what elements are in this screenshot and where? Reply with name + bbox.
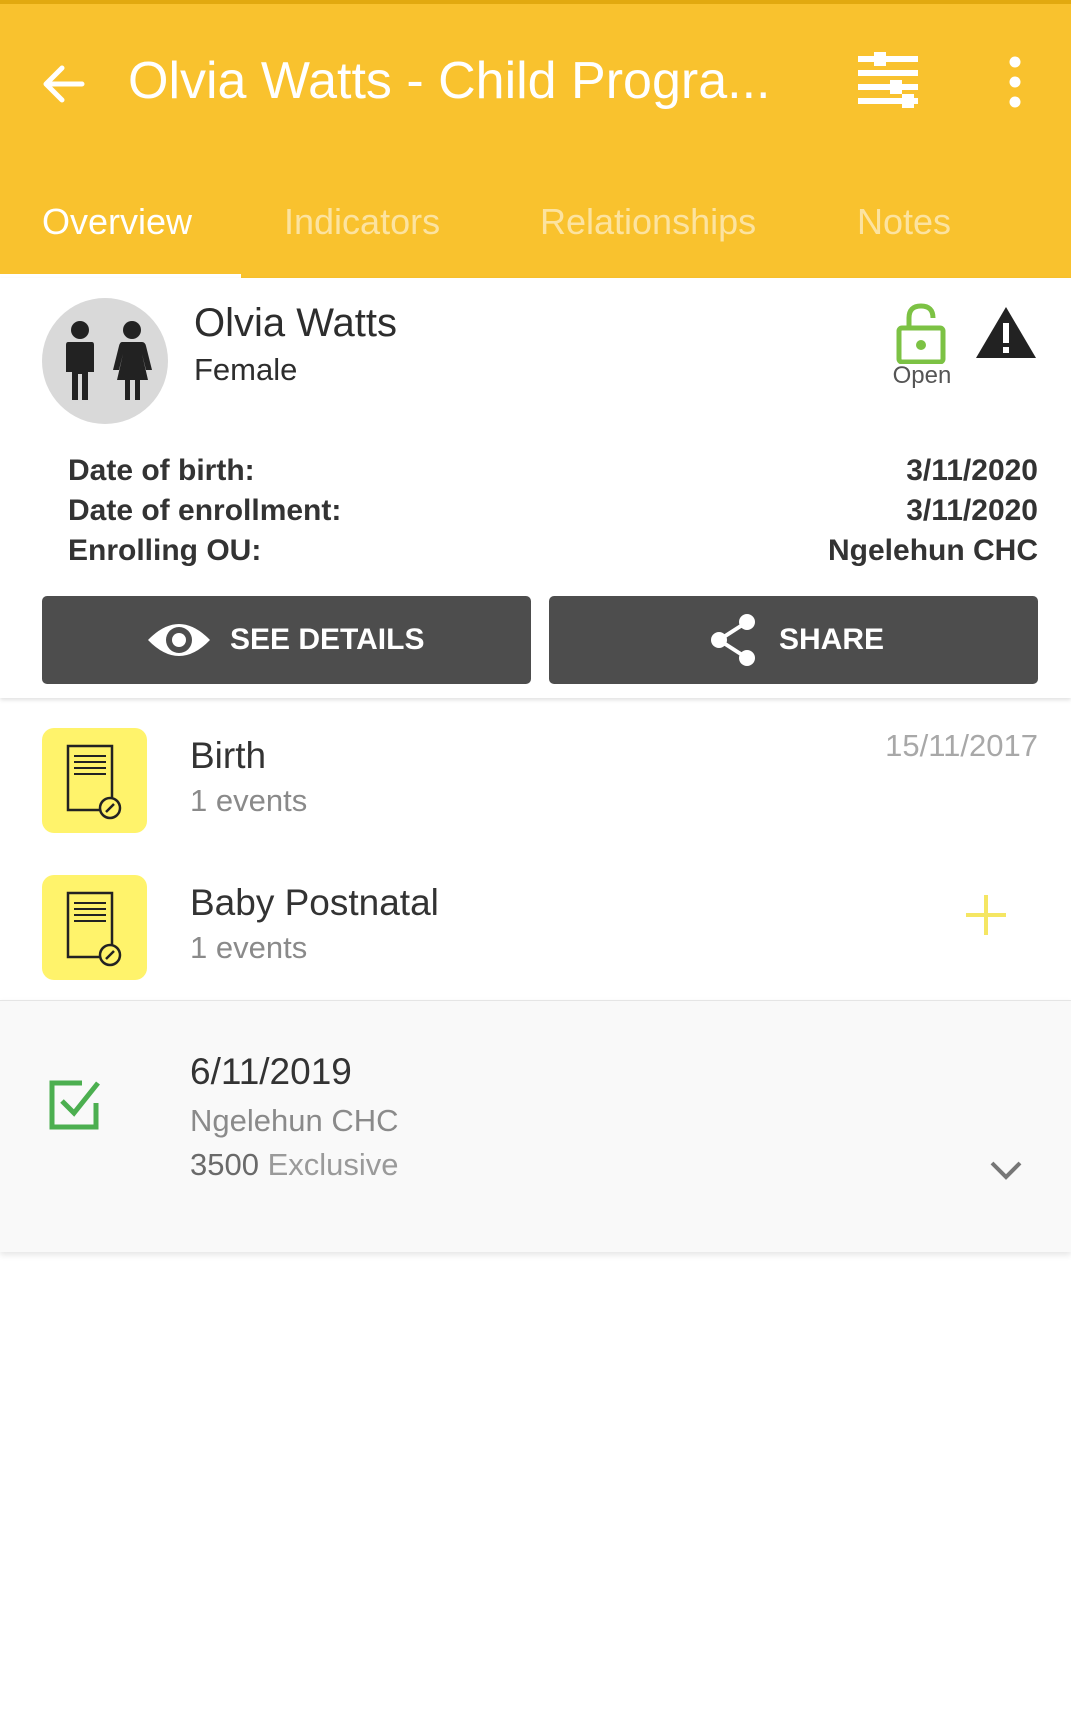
share-icon — [707, 612, 759, 676]
info-value: Ngelehun CHC — [828, 534, 1038, 567]
tab-indicators[interactable]: Indicators — [284, 192, 440, 252]
form-icon — [42, 728, 147, 833]
stage-event-count: 1 events — [190, 930, 308, 965]
patient-gender: Female — [194, 352, 298, 387]
event-date: 6/11/2019 — [190, 1051, 352, 1092]
info-value: 3/11/2020 — [906, 494, 1038, 527]
stage-title: Birth — [190, 735, 267, 776]
tab-overview[interactable]: Overview — [42, 192, 192, 252]
stage-title: Baby Postnatal — [190, 882, 439, 923]
add-event-icon[interactable] — [960, 889, 1012, 941]
filter-icon[interactable] — [852, 50, 924, 110]
app-bar: Olvia Watts - Child Progra... Overview I… — [0, 0, 1071, 280]
back-arrow-icon[interactable] — [36, 56, 92, 112]
tab-bar: Overview Indicators Relationships Notes — [0, 182, 1071, 282]
info-label: Date of birth: — [68, 454, 255, 487]
share-button[interactable]: SHARE — [549, 596, 1038, 684]
data-label: Exclusive — [267, 1147, 399, 1182]
stage-date: 15/11/2017 — [885, 728, 1038, 763]
event-card[interactable]: 6/11/2019 Ngelehun CHC 3500 Exclusive — [0, 1000, 1071, 1252]
info-label: Date of enrollment: — [68, 494, 342, 527]
info-label: Enrolling OU: — [68, 534, 262, 567]
people-icon — [66, 321, 152, 400]
form-icon — [42, 875, 147, 980]
enrollment-status-label: Open — [892, 362, 952, 389]
stage-item-baby-postnatal[interactable]: Baby Postnatal 1 events — [0, 857, 1071, 997]
event-completed-icon — [46, 1077, 102, 1133]
info-row-ou: Enrolling OU: Ngelehun CHC — [68, 534, 1038, 574]
chevron-down-icon[interactable] — [986, 1151, 1026, 1191]
event-org-unit: Ngelehun CHC — [190, 1103, 399, 1138]
patient-name: Olvia Watts — [194, 301, 397, 345]
eye-icon — [146, 614, 212, 674]
profile-card: Olvia Watts Female Open Date of birth: 3… — [0, 278, 1071, 698]
more-options-icon[interactable] — [998, 54, 1032, 110]
see-details-label: SEE DETAILS — [230, 623, 425, 656]
lock-open-icon[interactable] — [896, 302, 946, 365]
see-details-button[interactable]: SEE DETAILS — [42, 596, 531, 684]
tab-relationships[interactable]: Relationships — [540, 192, 756, 252]
info-value: 3/11/2020 — [906, 454, 1038, 487]
info-row-enrollment: Date of enrollment: 3/11/2020 — [68, 494, 1038, 534]
avatar — [42, 298, 168, 424]
page-title: Olvia Watts - Child Progra... — [128, 52, 771, 110]
stage-item-birth[interactable]: Birth 1 events 15/11/2017 — [0, 710, 1071, 850]
info-row-dob: Date of birth: 3/11/2020 — [68, 454, 1038, 494]
event-data-value: 3500 Exclusive — [190, 1145, 399, 1185]
warning-icon[interactable] — [974, 304, 1038, 360]
stage-event-count: 1 events — [190, 783, 308, 818]
share-label: SHARE — [779, 623, 885, 656]
data-value: 3500 — [190, 1147, 259, 1182]
tab-notes[interactable]: Notes — [857, 192, 951, 252]
